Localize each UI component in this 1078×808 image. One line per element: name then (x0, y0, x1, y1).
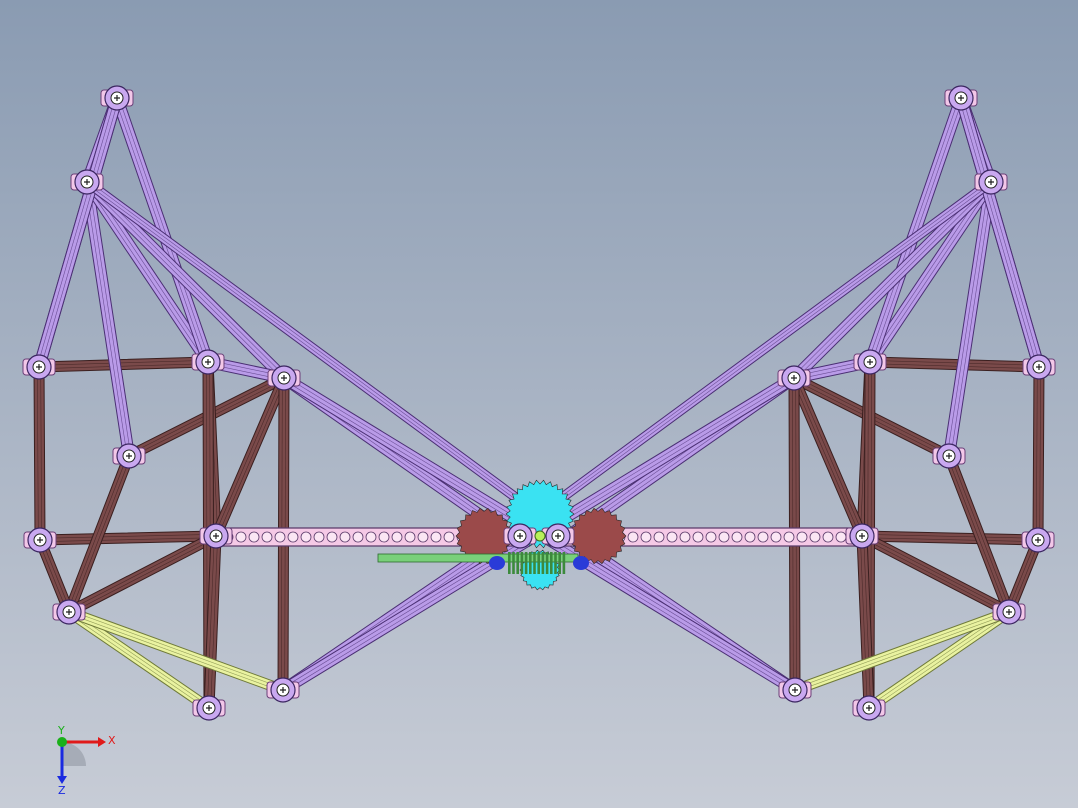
right-center-beam-hole (783, 531, 795, 543)
worm-thread (554, 552, 557, 574)
right-center-beam-hole (653, 531, 665, 543)
left-center-beam-hole (300, 531, 312, 543)
left-center-beam-hole (391, 531, 403, 543)
left-joint-d[interactable] (191, 349, 225, 375)
left-center-beam-hole (378, 531, 390, 543)
right-center-beam-hole (692, 531, 704, 543)
left-maroon-link[interactable] (33, 366, 46, 541)
left-center-beam-hole (443, 531, 455, 543)
left-joint-b[interactable] (70, 169, 104, 195)
right-joint-d[interactable] (853, 349, 887, 375)
worm-thread (516, 552, 519, 574)
axis-triad: X Y Z (57, 724, 116, 794)
left-joint-j[interactable] (192, 695, 226, 721)
y-axis-label: Y (57, 724, 65, 737)
triad-shadow (62, 742, 86, 766)
y-axis-dot (57, 737, 67, 747)
left-joint-e[interactable] (267, 365, 301, 391)
left-joint-f[interactable] (112, 443, 146, 469)
left-center-beam-hole (404, 531, 416, 543)
right-joint-k[interactable] (778, 677, 812, 703)
right-center-beam-hole (796, 531, 808, 543)
z-axis-arrowhead (57, 776, 67, 784)
x-axis-arrowhead (98, 737, 106, 747)
left-center-beam-hole (235, 531, 247, 543)
center-left-joint[interactable] (503, 523, 537, 549)
right-joint-f[interactable] (932, 443, 966, 469)
right-center-beam-hole (705, 531, 717, 543)
right-center-beam-hole (640, 531, 652, 543)
left-joint-g[interactable] (23, 527, 57, 553)
right-center-beam-hole (822, 531, 834, 543)
worm-thread (520, 552, 524, 574)
right-center-beam-hole (809, 531, 821, 543)
left-joint-k[interactable] (266, 677, 300, 703)
left-center-beam-hole (287, 531, 299, 543)
left-maroon-link-body (33, 366, 46, 541)
worm-thread (529, 552, 532, 574)
left-center-beam-hole (261, 531, 273, 543)
left-center-beam-hole (430, 531, 442, 543)
z-axis-label: Z (58, 784, 66, 794)
worm-thread (537, 552, 540, 574)
left-center-beam-hole (326, 531, 338, 543)
left-center-beam-hole (417, 531, 429, 543)
worm-thread (562, 552, 566, 574)
right-center-beam-hole (627, 531, 639, 543)
left-joint-i[interactable] (52, 599, 86, 625)
right-joint-i[interactable] (992, 599, 1026, 625)
x-axis-label: X (108, 734, 116, 747)
left-joint-a[interactable] (100, 85, 134, 111)
right-maroon-link[interactable] (1032, 366, 1045, 541)
center-right-joint[interactable] (541, 523, 575, 549)
worm-thread (508, 552, 511, 574)
left-center-beam-hole (313, 531, 325, 543)
left-joint-c[interactable] (22, 354, 56, 380)
cad-viewport[interactable] (0, 0, 1078, 808)
worm-thread (512, 552, 515, 574)
left-joint-h[interactable] (199, 523, 233, 549)
worm-thread (541, 552, 545, 574)
left-center-beam-hole (365, 531, 377, 543)
right-center-beam-hole (770, 531, 782, 543)
viewport-background (0, 0, 1078, 808)
left-center-beam-hole (339, 531, 351, 543)
worm-thread (545, 552, 549, 574)
worm-thread (533, 552, 536, 574)
right-joint-g[interactable] (1021, 527, 1055, 553)
right-center-beam-hole (666, 531, 678, 543)
right-joint-c[interactable] (1022, 354, 1056, 380)
right-center-beam-hole (835, 531, 847, 543)
right-joint-j[interactable] (852, 695, 886, 721)
left-center-beam-hole (352, 531, 364, 543)
right-maroon-link-body (1032, 366, 1045, 541)
left-center-beam-hole (248, 531, 260, 543)
right-center-beam-hole (731, 531, 743, 543)
left-center-beam-hole (274, 531, 286, 543)
worm-thread (524, 552, 528, 574)
center-axle[interactable] (534, 530, 546, 542)
worm-thread (550, 552, 553, 574)
right-center-beam-hole (718, 531, 730, 543)
right-center-beam-hole (744, 531, 756, 543)
right-blue-bracket[interactable] (573, 556, 589, 570)
right-center-beam-hole (757, 531, 769, 543)
worm-thread (558, 552, 561, 574)
right-joint-h[interactable] (845, 523, 879, 549)
right-joint-b[interactable] (974, 169, 1008, 195)
right-joint-a[interactable] (944, 85, 978, 111)
right-joint-e[interactable] (777, 365, 811, 391)
right-center-beam-hole (679, 531, 691, 543)
left-blue-bracket[interactable] (489, 556, 505, 570)
